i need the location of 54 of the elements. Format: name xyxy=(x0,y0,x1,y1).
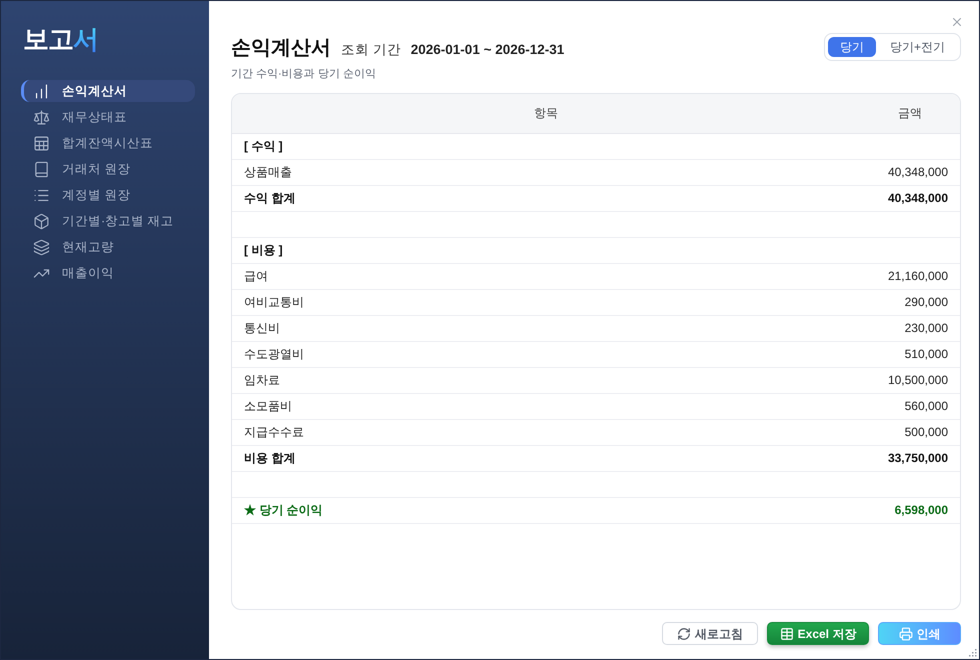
table-cell-text: 통신비 xyxy=(244,320,280,337)
table-cell-text: 상품매출 xyxy=(244,164,292,181)
sidebar-item[interactable]: 매출이익 xyxy=(21,262,195,284)
table-cell-text: 수익 합계 xyxy=(244,190,296,207)
bar-chart-icon xyxy=(33,82,50,100)
page-title: 손익계산서 xyxy=(231,36,331,61)
action-button[interactable]: 새로고침 xyxy=(662,622,758,645)
table-cell-text: 40,348,000 xyxy=(888,190,948,207)
table-cell-text: [ 비용 ] xyxy=(244,242,283,259)
sidebar-item[interactable]: 재무상태표 xyxy=(21,106,195,128)
sidebar-item[interactable]: 합계잔액시산표 xyxy=(21,132,195,154)
action-button[interactable]: Excel 저장 xyxy=(767,622,869,645)
table-cell-text: 510,000 xyxy=(904,346,948,363)
cube-icon xyxy=(33,212,50,230)
sidebar-item[interactable]: 거래처 원장 xyxy=(21,158,195,180)
sidebar-item[interactable]: 계정별 원장 xyxy=(21,184,195,206)
table-cell-text: 지급수수료 xyxy=(244,424,304,441)
period-tab[interactable]: 당기 xyxy=(828,37,876,57)
period-tab[interactable]: 당기+전기 xyxy=(878,37,957,57)
table-cell-text: 21,160,000 xyxy=(888,268,948,285)
refresh-icon xyxy=(677,626,691,640)
table-cell-text: 33,750,000 xyxy=(888,450,948,467)
sidebar-item[interactable]: 기간별·창고별 재고 xyxy=(21,210,195,232)
table-cell-text: 여비교통비 xyxy=(244,294,304,311)
table-cell-text: 290,000 xyxy=(904,294,948,311)
table-cell-text: ★ 당기 순이익 xyxy=(244,502,323,519)
close-icon xyxy=(950,15,964,29)
period-range: 2026-01-01 ~ 2026-12-31 xyxy=(410,41,564,59)
sidebar-item[interactable]: 현재고량 xyxy=(21,236,195,258)
table-cell-text: 급여 xyxy=(244,268,268,285)
layers-icon xyxy=(33,238,50,256)
table-cell-text: [ 수익 ] xyxy=(244,138,283,155)
period-label: 조회 기간 xyxy=(341,41,401,59)
table-cell-text: 수도광열비 xyxy=(244,346,304,363)
sidebar-item[interactable]: 손익계산서 xyxy=(21,80,195,102)
resize-grip-icon xyxy=(969,649,977,657)
table-grid-icon xyxy=(33,134,50,152)
page-subtitle: 기간 수익·비용과 당기 순이익 xyxy=(231,67,377,82)
table-cell-text: 6,598,000 xyxy=(894,502,948,519)
table-cell-text: 40,348,000 xyxy=(888,164,948,181)
table-cell-text: 임차료 xyxy=(244,372,280,389)
printer-icon xyxy=(898,626,912,640)
column-header: 항목 xyxy=(534,105,558,122)
column-header: 금액 xyxy=(898,105,922,122)
table-cell-text: 500,000 xyxy=(904,424,948,441)
table-grid-icon xyxy=(780,626,794,640)
scale-icon xyxy=(33,108,50,126)
table-cell-text: 소모품비 xyxy=(244,398,292,415)
table-cell-text: 230,000 xyxy=(904,320,948,337)
book-icon xyxy=(33,160,50,178)
table-cell-text: 10,500,000 xyxy=(888,372,948,389)
app-logo: 보고서 xyxy=(23,23,98,55)
table-cell-text: 비용 합계 xyxy=(244,450,296,467)
table-cell-text: 560,000 xyxy=(904,398,948,415)
